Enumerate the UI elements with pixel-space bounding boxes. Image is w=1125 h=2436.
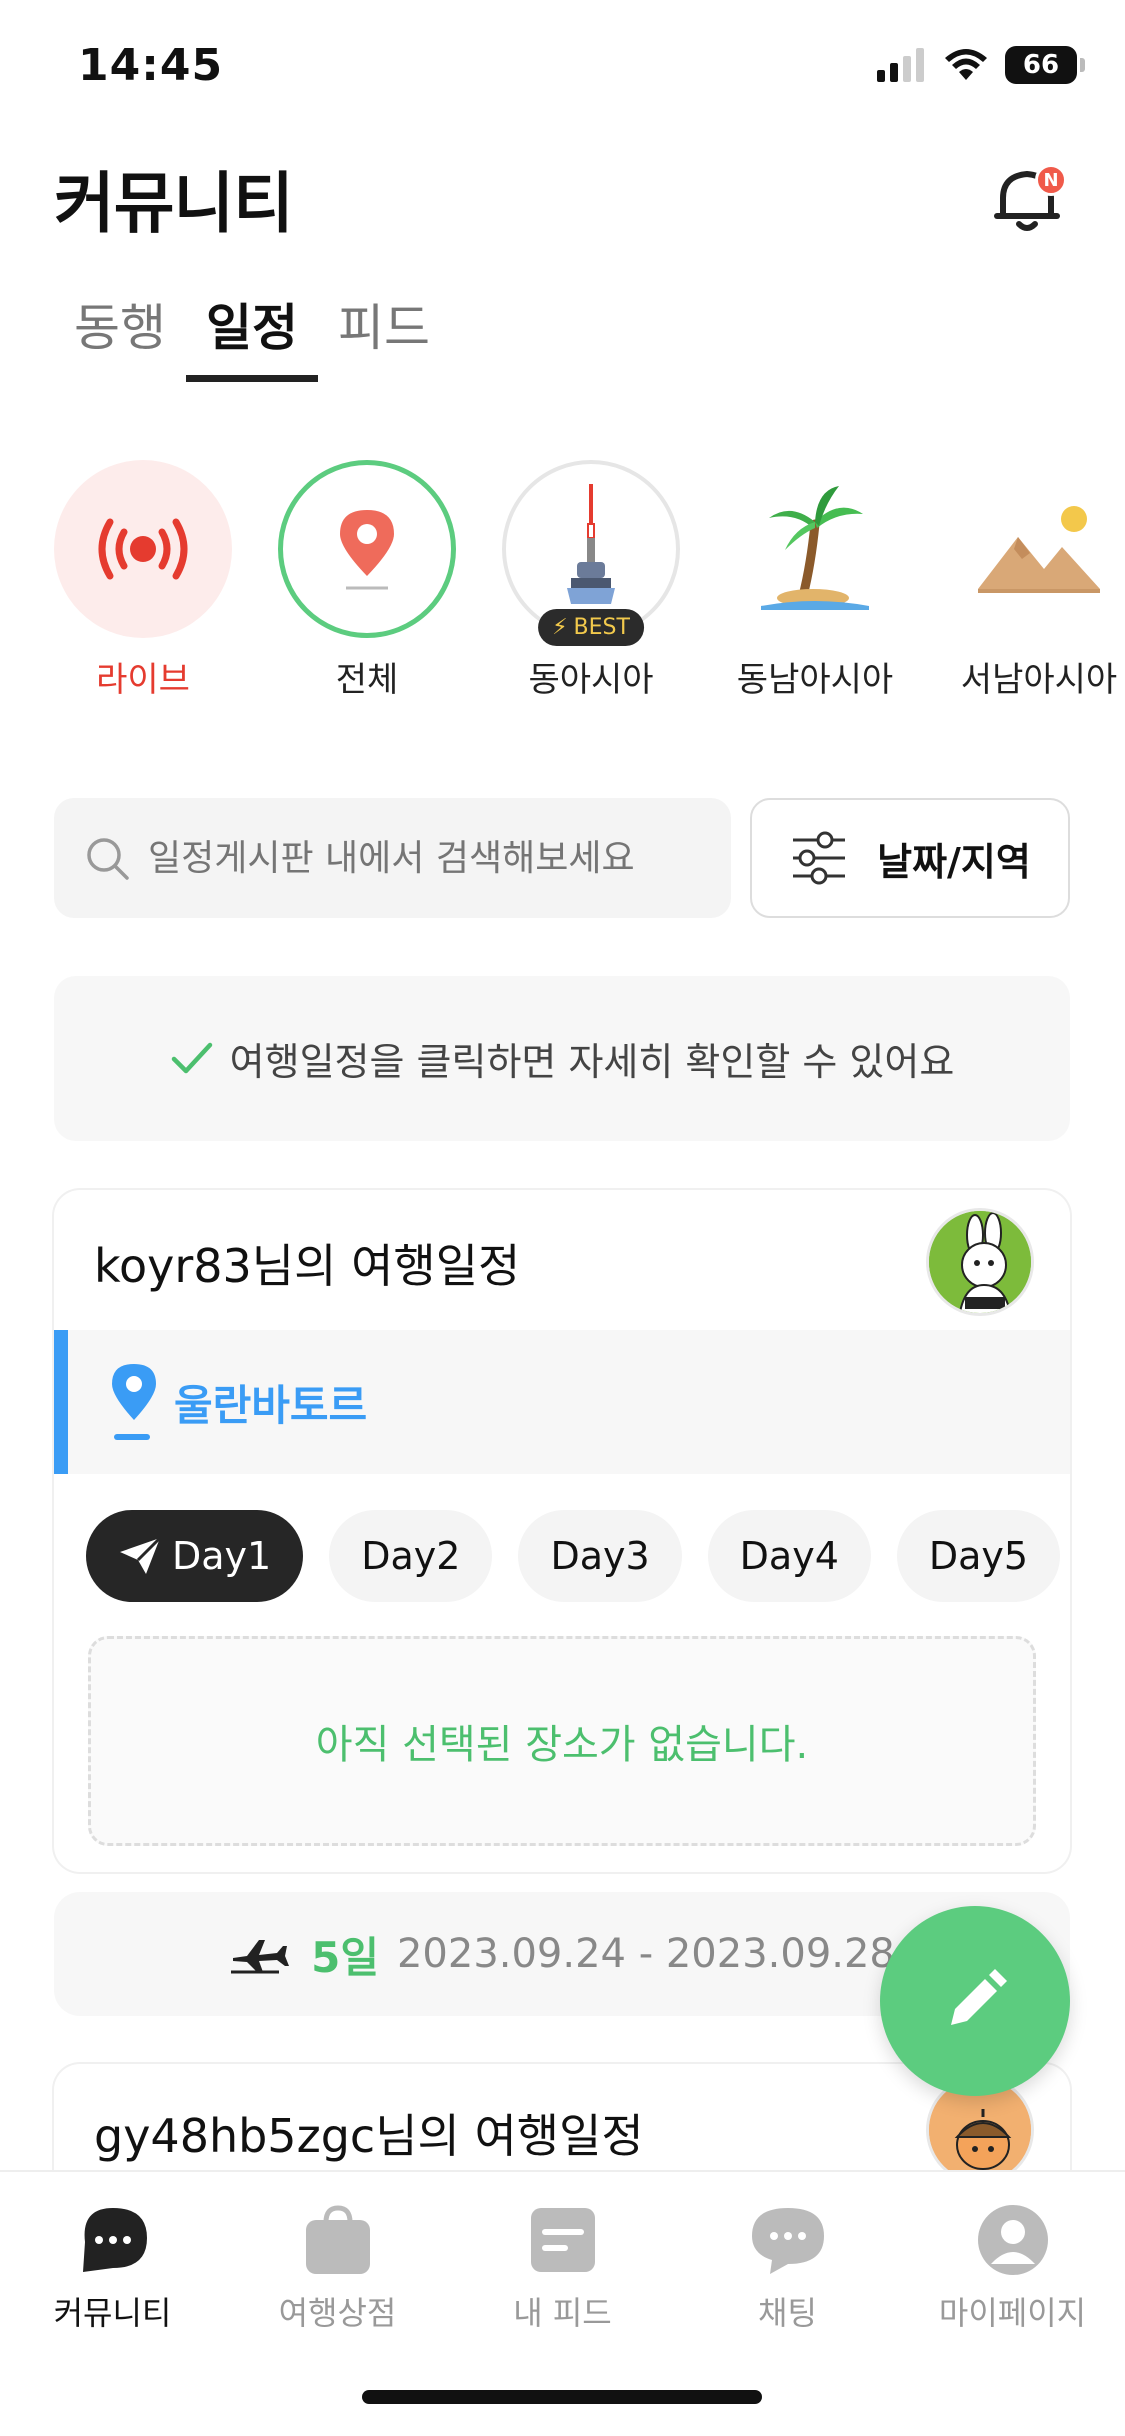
- shopping-bag-icon: [305, 2205, 370, 2274]
- category-all[interactable]: 전체: [278, 460, 456, 701]
- location-pin-icon: [112, 1364, 156, 1440]
- info-banner: 여행일정을 클릭하면 자세히 확인할 수 있어요: [54, 976, 1070, 1141]
- sliders-icon: [793, 831, 846, 885]
- nav-community[interactable]: 커뮤니티: [13, 2202, 213, 2334]
- community-tabs: 동행 일정 피드: [54, 280, 450, 382]
- east-asia-circle: ⚡ BEST: [502, 460, 680, 646]
- info-text: 여행일정을 클릭하면 자세히 확인할 수 있어요: [229, 1040, 955, 1084]
- wifi-icon: [945, 49, 987, 80]
- search-box[interactable]: [54, 798, 731, 918]
- trip-title: koyr83님의 여행일정: [94, 1239, 521, 1293]
- tower-icon: [567, 484, 615, 604]
- category-east-asia[interactable]: ⚡ BEST 동아시아: [502, 460, 680, 701]
- category-live[interactable]: 라이브: [54, 460, 232, 701]
- day-selector: Day1 Day2 Day3 Day4 Day5: [86, 1510, 1061, 1602]
- rabbit-avatar-icon: [929, 1211, 1031, 1313]
- page-title: 커뮤니티: [54, 165, 294, 242]
- day-tab[interactable]: Day4: [707, 1510, 871, 1602]
- check-icon: [171, 1042, 212, 1073]
- duration-days: 5일: [311, 1932, 379, 1982]
- chat-bubble-dots-icon: [82, 2208, 147, 2272]
- category-label: 전체: [335, 660, 399, 700]
- category-southwest-asia[interactable]: 서남아시아: [950, 460, 1125, 701]
- nav-my-feed[interactable]: 내 피드: [463, 2202, 663, 2334]
- day-label: Day1: [172, 1534, 272, 1578]
- lightning-icon: ⚡: [552, 615, 568, 640]
- live-circle: [54, 460, 232, 638]
- southwest-asia-circle: [950, 460, 1125, 638]
- signal-icon: [877, 48, 924, 82]
- nav-chat[interactable]: 채팅: [688, 2202, 888, 2334]
- location-name: 울란바토르: [174, 1380, 368, 1430]
- date-range: 2023.09.24 - 2023.09.28: [396, 1931, 895, 1977]
- best-badge-label: BEST: [573, 615, 630, 640]
- nav-travel-shop[interactable]: 여행상점: [238, 2202, 438, 2334]
- trip-location: 울란바토르: [54, 1330, 1070, 1474]
- nav-label: 마이페이지: [938, 2294, 1087, 2332]
- user-profile-icon: [977, 2205, 1048, 2275]
- airplane-icon: [231, 1940, 290, 1974]
- nav-label: 여행상점: [278, 2294, 397, 2332]
- battery-indicator: 66: [1005, 46, 1085, 84]
- pencil-icon: [951, 1969, 1007, 2025]
- notification-badge: N: [1035, 164, 1067, 196]
- category-label: 동남아시아: [736, 660, 894, 700]
- nav-label: 내 피드: [513, 2294, 612, 2332]
- empty-places-text: 아직 선택된 장소가 없습니다.: [315, 1722, 809, 1768]
- avatar[interactable]: [926, 1208, 1034, 1316]
- day-tab[interactable]: Day2: [329, 1510, 493, 1602]
- category-label: 서남아시아: [960, 660, 1118, 700]
- document-icon: [530, 2208, 595, 2272]
- best-badge: ⚡ BEST: [538, 609, 644, 646]
- trip-title: gy48hb5zgc님의 여행일정: [94, 2109, 644, 2163]
- nav-label: 커뮤니티: [53, 2294, 172, 2332]
- nav-label: 채팅: [758, 2294, 817, 2332]
- paper-plane-icon: [120, 1536, 162, 1574]
- day-tab[interactable]: Day1: [86, 1510, 304, 1602]
- status-time: 14:45: [78, 40, 224, 91]
- palm-tree-icon: [761, 486, 869, 610]
- live-broadcast-icon: [98, 518, 188, 580]
- write-schedule-button[interactable]: [880, 1906, 1070, 2096]
- map-pin-icon: [340, 510, 394, 590]
- southeast-asia-circle: [726, 460, 904, 638]
- day-tab[interactable]: Day3: [518, 1510, 682, 1602]
- empty-places-box: 아직 선택된 장소가 없습니다.: [88, 1636, 1036, 1846]
- all-circle: [278, 460, 456, 638]
- category-label: 동아시아: [528, 660, 654, 700]
- region-categories: 라이브 전체 ⚡ BEST 동아시아 동남아시아 서남아시아: [54, 460, 1125, 701]
- status-icons: 66: [877, 46, 1085, 84]
- nav-my-page[interactable]: 마이페이지: [913, 2202, 1113, 2334]
- trip-card[interactable]: koyr83님의 여행일정 울란바토르 Day1 Day2 Day3 Day4 …: [54, 1190, 1070, 1872]
- desert-mountain-icon: [978, 506, 1100, 593]
- home-indicator: [362, 2390, 762, 2404]
- date-region-filter-button[interactable]: 날짜/지역: [750, 798, 1070, 918]
- tab-feed[interactable]: 피드: [318, 280, 450, 380]
- notification-button[interactable]: N: [987, 160, 1067, 240]
- chat-icon: [751, 2208, 824, 2274]
- category-southeast-asia[interactable]: 동남아시아: [726, 460, 904, 701]
- tab-companion[interactable]: 동행: [54, 280, 186, 380]
- day-tab[interactable]: Day5: [896, 1510, 1061, 1602]
- tab-schedule[interactable]: 일정: [186, 280, 318, 382]
- status-bar: 14:45 66: [0, 0, 1125, 140]
- search-input[interactable]: [148, 837, 708, 879]
- search-icon: [87, 838, 129, 880]
- category-label: 라이브: [96, 660, 190, 700]
- filter-label: 날짜/지역: [877, 839, 1031, 884]
